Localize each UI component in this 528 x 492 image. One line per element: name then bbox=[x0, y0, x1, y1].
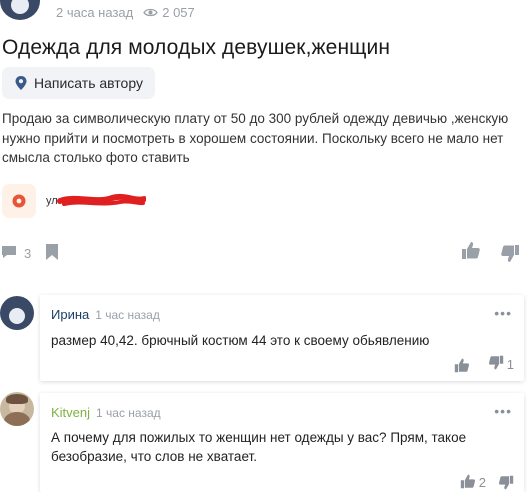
comment-actions: 1 bbox=[454, 355, 514, 374]
pin-icon bbox=[14, 75, 28, 91]
post-header: 2 часа назад 2 057 bbox=[0, 0, 528, 26]
comment-author[interactable]: Ирина bbox=[51, 307, 89, 322]
like-count: 2 bbox=[478, 475, 486, 490]
location-pin-icon bbox=[2, 184, 36, 218]
thumb-down-icon[interactable] bbox=[500, 244, 520, 264]
eye-icon bbox=[143, 7, 159, 18]
post-title: Одежда для молодых девушек,женщин bbox=[2, 36, 391, 59]
comment-time: 1 час назад bbox=[96, 406, 161, 420]
post-actions: 3 bbox=[0, 238, 528, 268]
location-address: ул. bbox=[46, 191, 146, 211]
redaction-scribble bbox=[57, 193, 146, 206]
comments-button[interactable]: 3 bbox=[0, 244, 31, 263]
views-count: 2 057 bbox=[162, 5, 195, 20]
write-author-button[interactable]: Написать автору bbox=[2, 67, 155, 99]
write-author-label: Написать автору bbox=[34, 75, 143, 91]
thumb-up-icon[interactable] bbox=[461, 240, 481, 260]
more-dots-icon[interactable]: ••• bbox=[494, 305, 512, 321]
post-location[interactable]: ул. bbox=[2, 183, 146, 219]
author-avatar[interactable] bbox=[0, 0, 40, 20]
thumb-up-icon[interactable] bbox=[454, 357, 470, 373]
commenter-avatar[interactable] bbox=[0, 296, 34, 330]
comment-card: Kitvenj 1 час назад ••• А почему для пож… bbox=[40, 393, 524, 492]
thumb-down-icon[interactable] bbox=[498, 475, 514, 491]
comment-author[interactable]: Kitvenj bbox=[51, 405, 90, 420]
more-dots-icon[interactable]: ••• bbox=[494, 403, 512, 419]
like-button[interactable]: 2 bbox=[460, 473, 486, 492]
commenter-avatar[interactable] bbox=[0, 392, 34, 426]
comment-icon bbox=[0, 244, 18, 263]
comment-text: размер 40,42. брючный костюм 44 это к св… bbox=[51, 333, 430, 348]
comment-text: А почему для пожилых то женщин нет одежд… bbox=[51, 430, 467, 464]
dislike-count: 1 bbox=[506, 357, 514, 372]
bookmark-icon[interactable] bbox=[45, 243, 59, 261]
comments-count: 3 bbox=[24, 246, 32, 261]
thumb-down-icon bbox=[488, 355, 504, 374]
post-description: Продаю за символическую плату от 50 до 3… bbox=[2, 111, 509, 165]
comment-time: 1 час назад bbox=[95, 308, 160, 322]
dislike-button[interactable]: 1 bbox=[488, 355, 514, 374]
thumb-up-icon bbox=[460, 473, 476, 492]
post-meta: 2 часа назад 2 057 bbox=[56, 5, 195, 20]
post-time: 2 часа назад bbox=[56, 5, 134, 20]
comment-header: Ирина 1 час назад bbox=[51, 307, 160, 322]
comment-card: Ирина 1 час назад ••• размер 40,42. брюч… bbox=[40, 295, 524, 381]
comment-actions: 2 bbox=[460, 473, 514, 492]
comment-header: Kitvenj 1 час назад bbox=[51, 405, 161, 420]
